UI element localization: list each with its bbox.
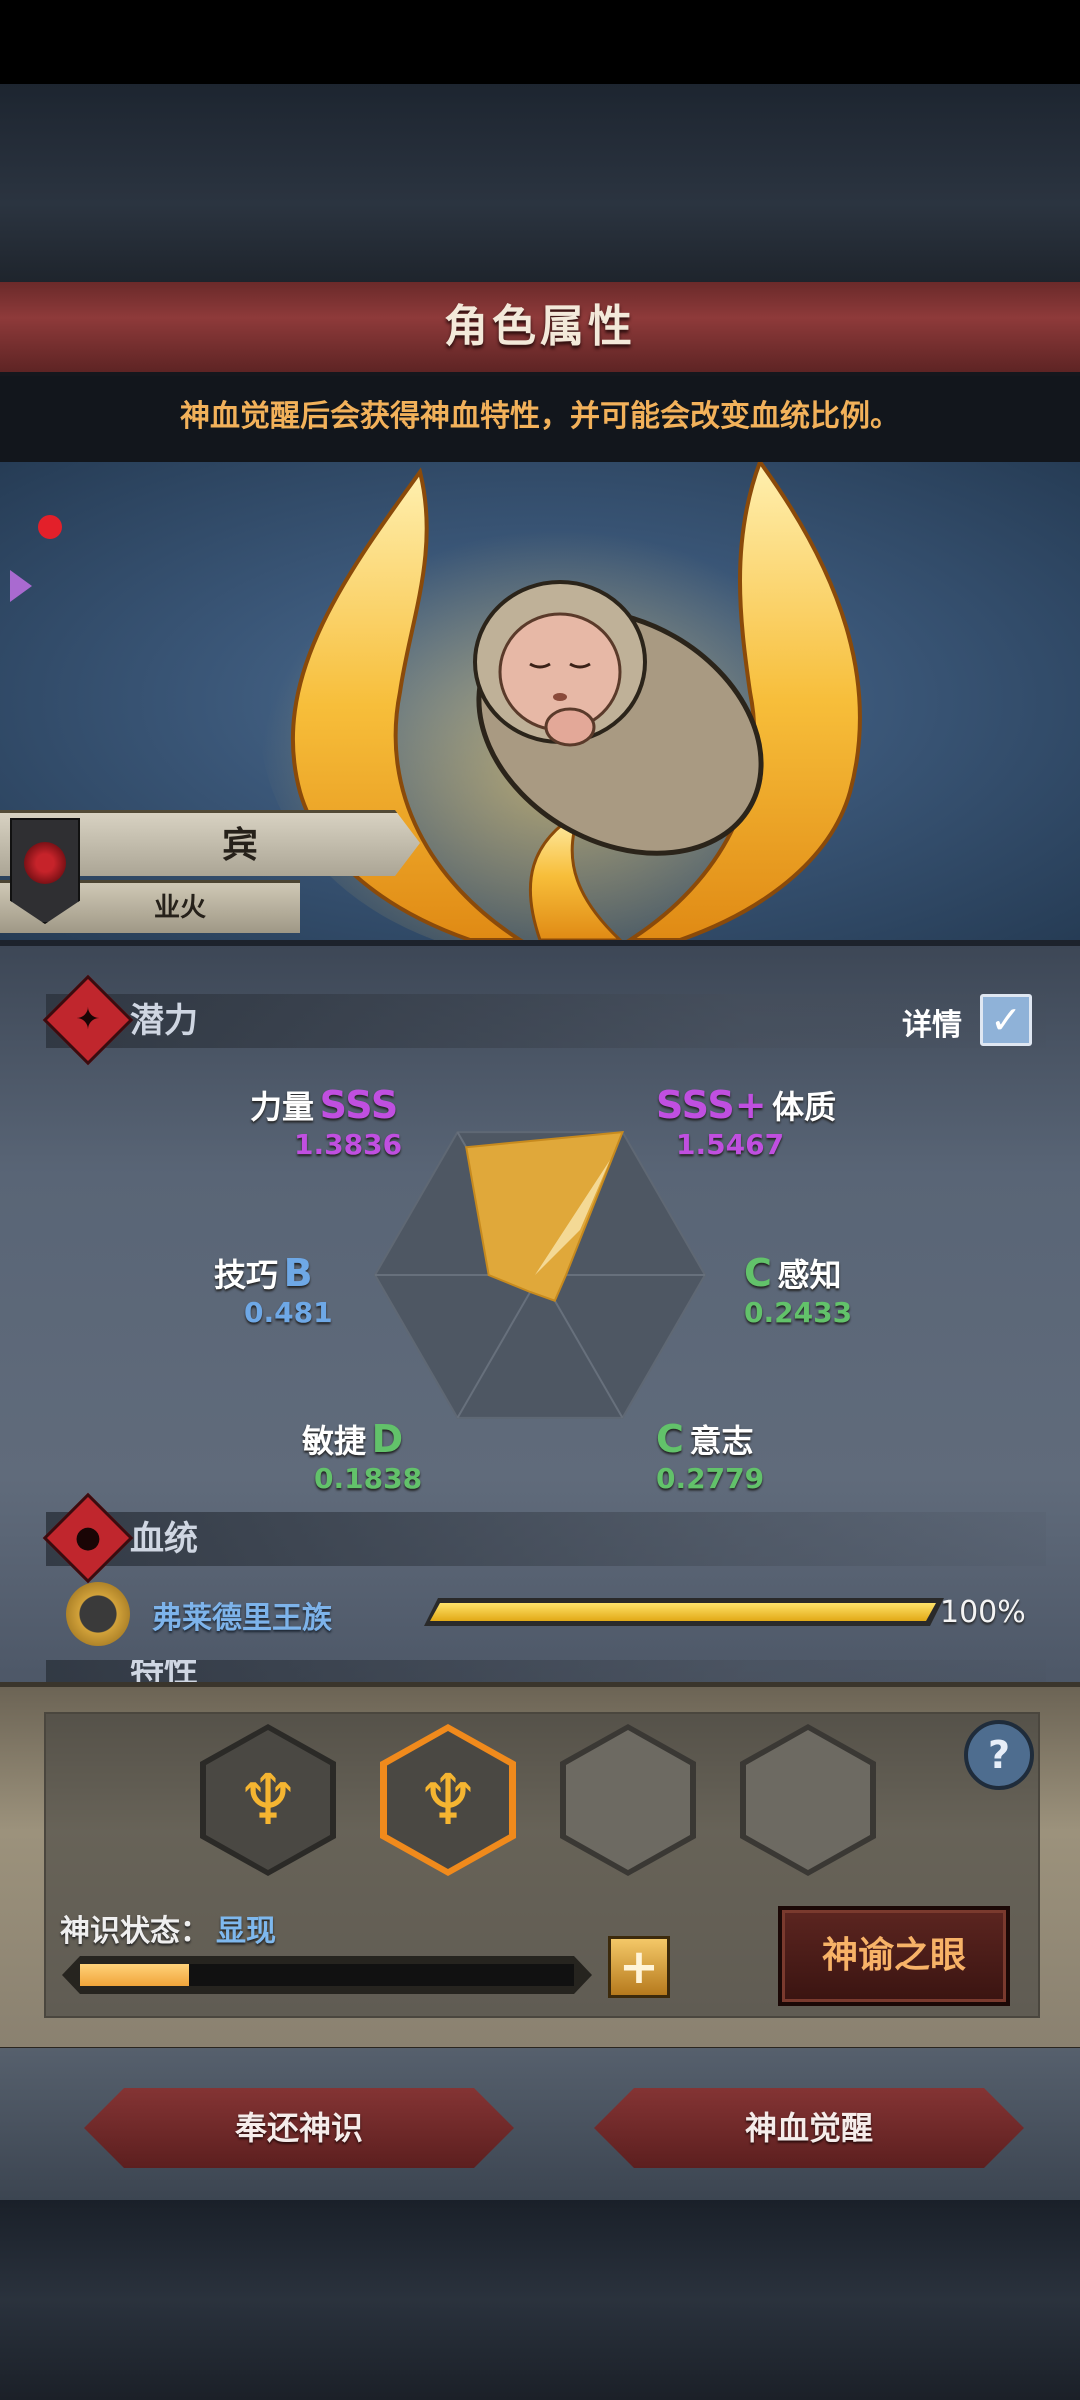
stat-grade: SSS+ xyxy=(656,1083,767,1127)
notification-dot xyxy=(38,515,62,539)
stat-agility: 敏捷 D 0.1838 xyxy=(302,1416,422,1495)
question-icon: ? xyxy=(987,1733,1011,1777)
faction-emblem-icon xyxy=(24,842,66,884)
stat-name: 敏捷 xyxy=(302,1422,367,1460)
character-tag: 业火 xyxy=(153,893,206,923)
title-bar: 角色属性 xyxy=(0,282,1080,376)
oracle-eye-label: 神谕之眼 xyxy=(821,1935,966,1976)
traits-label: 特性 xyxy=(130,1660,198,1682)
bloodline-percent: 100% xyxy=(940,1595,1026,1630)
stat-name: 意志 xyxy=(689,1422,754,1460)
stat-strength: 力量 SSS 1.3836 xyxy=(250,1082,402,1161)
oracle-eye-button[interactable]: 神谕之眼 xyxy=(778,1906,1010,2006)
traits-section-header: 特性 xyxy=(46,1660,1046,1682)
bottom-background xyxy=(0,2200,1080,2400)
help-button[interactable]: ? xyxy=(964,1720,1034,1790)
check-icon: ✓ xyxy=(990,998,1022,1042)
top-background xyxy=(0,84,1080,284)
bloodline-bar-fill xyxy=(430,1603,936,1621)
stat-name: 体质 xyxy=(772,1088,837,1126)
bloodline-label: 血统 xyxy=(130,1519,198,1559)
bloodline-section-header: ● 血统 xyxy=(42,1492,1046,1584)
return-button-label: 奉还神识 xyxy=(234,2109,363,2147)
potential-label: 潜力 xyxy=(130,1001,198,1041)
stat-grade: B xyxy=(283,1251,313,1295)
stat-perception: C 感知 0.2433 xyxy=(744,1250,852,1329)
stat-grade: C xyxy=(744,1251,772,1295)
add-button[interactable]: + xyxy=(608,1936,670,1998)
bloodline-name: 弗莱德里王族 xyxy=(152,1601,332,1636)
stat-willpower: C 意志 0.2779 xyxy=(656,1416,764,1495)
stat-name: 感知 xyxy=(777,1256,842,1294)
stat-value: 1.5467 xyxy=(676,1128,785,1161)
side-expand-arrow-icon[interactable] xyxy=(10,570,32,602)
detail-label: 详情 xyxy=(902,1008,962,1043)
plus-icon: + xyxy=(618,1939,660,1995)
stat-name: 技巧 xyxy=(214,1256,279,1294)
potential-section-header: ✦ 潜力 xyxy=(42,974,1046,1066)
character-name: 宾 xyxy=(221,825,258,866)
divine-progress-fill xyxy=(80,1964,189,1986)
stat-value: 0.481 xyxy=(244,1296,333,1329)
divine-blood-awaken-button[interactable]: 神血觉醒 xyxy=(594,2088,1024,2168)
awaken-button-label: 神血觉醒 xyxy=(744,2109,873,2147)
return-divine-sense-button[interactable]: 奉还神识 xyxy=(84,2088,514,2168)
detail-checkbox[interactable]: ✓ xyxy=(980,994,1032,1046)
stat-value: 0.2433 xyxy=(744,1296,853,1329)
stat-grade: C xyxy=(656,1417,684,1461)
stat-constitution: SSS+ 体质 1.5467 xyxy=(656,1082,836,1161)
baby-portrait xyxy=(473,580,764,856)
page-title: 角色属性 xyxy=(444,301,636,352)
stat-value: 0.2779 xyxy=(656,1462,765,1495)
divine-state-label: 神识状态： xyxy=(60,1914,210,1949)
divine-state-value: 显现 xyxy=(216,1914,276,1949)
stat-grade: D xyxy=(371,1417,404,1461)
stat-skill: 技巧 B 0.481 xyxy=(214,1250,333,1329)
subtitle-bar: 神血觉醒后会获得神血特性，并可能会改变血统比例。 xyxy=(0,372,1080,462)
stat-value: 1.3836 xyxy=(294,1128,403,1161)
royal-crest-icon xyxy=(66,1582,130,1646)
stat-value: 0.1838 xyxy=(314,1462,423,1495)
stat-grade: SSS xyxy=(319,1083,399,1127)
stat-name: 力量 xyxy=(250,1088,315,1126)
subtitle-text: 神血觉醒后会获得神血特性，并可能会改变血统比例。 xyxy=(180,399,900,434)
